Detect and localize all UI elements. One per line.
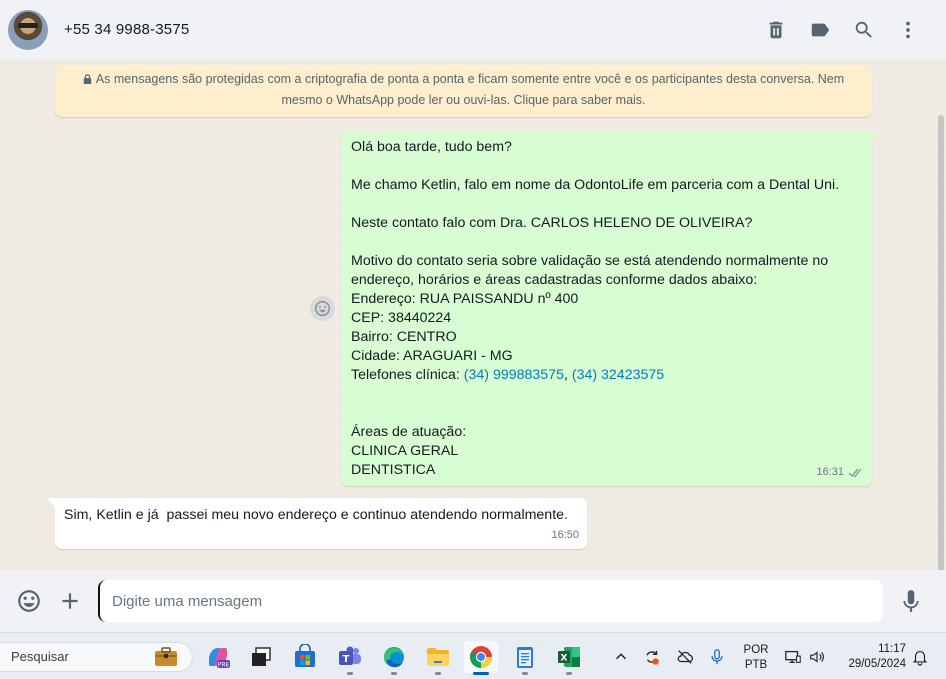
chat-scrollbar[interactable] <box>938 115 944 570</box>
taskbar-teams[interactable]: T <box>333 641 367 675</box>
teams-icon: T <box>339 646 361 665</box>
windows-taskbar: Pesquisar PRE T X POR PTB 11:17 29/05/20… <box>0 632 946 679</box>
volume-icon[interactable] <box>807 647 827 667</box>
message-line <box>351 404 862 423</box>
message-line <box>351 157 862 176</box>
message-meta: 16:31 <box>816 463 864 482</box>
menu-icon[interactable] <box>886 8 930 52</box>
encryption-text-2: mesmo o WhatsApp pode ler ou ouvi-las. C… <box>281 93 646 107</box>
header-actions <box>754 0 930 59</box>
notification-bell-icon[interactable] <box>910 647 930 667</box>
message-line: CLINICA GERAL <box>351 443 459 459</box>
phones-label: Telefones clínica: <box>351 367 464 383</box>
svg-text:X: X <box>561 654 568 664</box>
message-line: Bairro: CENTRO <box>351 329 457 345</box>
lock-icon <box>83 74 92 84</box>
edge-icon <box>384 647 404 668</box>
message-line: CEP: 38440224 <box>351 310 452 326</box>
store-icon <box>295 644 315 667</box>
app-indicator <box>473 672 489 675</box>
app-indicator <box>566 672 572 675</box>
sync-icon[interactable] <box>642 647 662 667</box>
copilot-icon: PRE <box>209 648 230 669</box>
taskbar-clock[interactable]: 11:17 29/05/2024 <box>836 642 906 672</box>
message-line <box>351 195 862 214</box>
microphone-icon[interactable] <box>897 587 925 615</box>
emoji-icon[interactable] <box>15 587 43 615</box>
double-check-icon <box>848 468 862 478</box>
message-line <box>351 385 862 404</box>
phone-link-2[interactable]: (34) 32423575 <box>572 367 664 383</box>
reaction-button[interactable] <box>310 296 335 321</box>
svg-text:PRE: PRE <box>218 662 230 669</box>
taskbar-microsoft-store[interactable] <box>288 641 322 673</box>
incoming-message[interactable]: Sim, Ketlin e já passei meu novo endereç… <box>47 498 587 549</box>
microphone-tray-icon[interactable] <box>707 647 727 667</box>
message-line: Endereço: RUA PAISSANDU nº 400 <box>351 291 579 307</box>
label-icon[interactable] <box>798 8 842 52</box>
task-view-icon <box>252 647 271 666</box>
app-indicator <box>347 672 353 675</box>
conversation-panel[interactable]: As mensagens são protegidas com a cripto… <box>0 59 946 570</box>
svg-text:T: T <box>343 654 350 665</box>
taskbar-file-explorer[interactable] <box>421 641 455 675</box>
cloud-offline-icon[interactable] <box>675 647 695 667</box>
briefcase-icon <box>155 647 177 666</box>
app-indicator <box>391 672 397 675</box>
message-line <box>351 233 862 252</box>
message-line: Olá boa tarde, tudo bem? <box>351 139 512 155</box>
taskbar-edge[interactable] <box>377 641 411 675</box>
message-meta: 16:50 <box>551 526 579 545</box>
message-line: Cidade: ARAGUARI - MG <box>351 348 513 364</box>
notepad-icon <box>517 647 533 668</box>
message-line: endereço, horários e áreas cadastradas c… <box>351 272 758 288</box>
message-line: DENTISTICA <box>351 462 436 478</box>
emoji-icon <box>314 300 331 317</box>
message-line: Áreas de atuação: <box>351 424 467 440</box>
message-input[interactable] <box>98 580 883 622</box>
phone-separator: , <box>563 367 572 383</box>
app-indicator <box>522 672 528 675</box>
search-icon[interactable] <box>842 8 886 52</box>
keyboard-layout: PTB <box>744 659 768 671</box>
phone-link-1[interactable]: (34) 999883575 <box>464 367 564 383</box>
excel-icon: X <box>558 647 580 667</box>
taskbar-notepad[interactable] <box>508 641 542 675</box>
message-time: 16:31 <box>816 466 844 478</box>
plus-icon[interactable] <box>56 587 84 615</box>
clock-date: 29/05/2024 <box>848 658 906 670</box>
delete-icon[interactable] <box>754 8 798 52</box>
message-composer <box>0 570 946 632</box>
chat-header: +55 34 9988-3575 <box>0 0 946 59</box>
taskbar-task-view[interactable] <box>244 641 278 673</box>
network-icon[interactable] <box>783 647 803 667</box>
taskbar-search-label: Pesquisar <box>11 649 69 664</box>
message-line: Telefones clínica: (34) 999883575, (34) … <box>351 366 862 385</box>
encryption-text-1: As mensagens são protegidas com a cripto… <box>95 72 845 86</box>
taskbar-chrome[interactable] <box>464 641 498 675</box>
folder-icon <box>427 648 449 666</box>
message-line: Motivo do contato seria sobre validação … <box>351 253 829 269</box>
tray-chevron-up-icon[interactable] <box>611 647 631 667</box>
chrome-icon <box>470 646 492 668</box>
contact-avatar[interactable] <box>8 9 48 50</box>
app-indicator <box>435 672 441 675</box>
taskbar-search[interactable]: Pesquisar <box>0 642 193 672</box>
message-line: Neste contato falo com Dra. CARLOS HELEN… <box>351 215 753 231</box>
message-line: Me chamo Ketlin, falo em nome da OdontoL… <box>351 177 840 193</box>
language-code: POR <box>743 644 769 656</box>
outgoing-message[interactable]: Olá boa tarde, tudo bem? Me chamo Ketlin,… <box>341 131 880 486</box>
taskbar-excel[interactable]: X <box>552 641 586 675</box>
taskbar-copilot[interactable]: PRE <box>201 641 235 673</box>
language-indicator[interactable]: POR PTB <box>742 643 770 673</box>
clock-time: 11:17 <box>878 643 906 655</box>
message-text: Sim, Ketlin e já passei meu novo endereç… <box>64 507 568 523</box>
contact-name[interactable]: +55 34 9988-3575 <box>64 21 189 38</box>
message-time: 16:50 <box>551 529 579 541</box>
encryption-notice[interactable]: As mensagens são protegidas com a cripto… <box>55 65 872 117</box>
